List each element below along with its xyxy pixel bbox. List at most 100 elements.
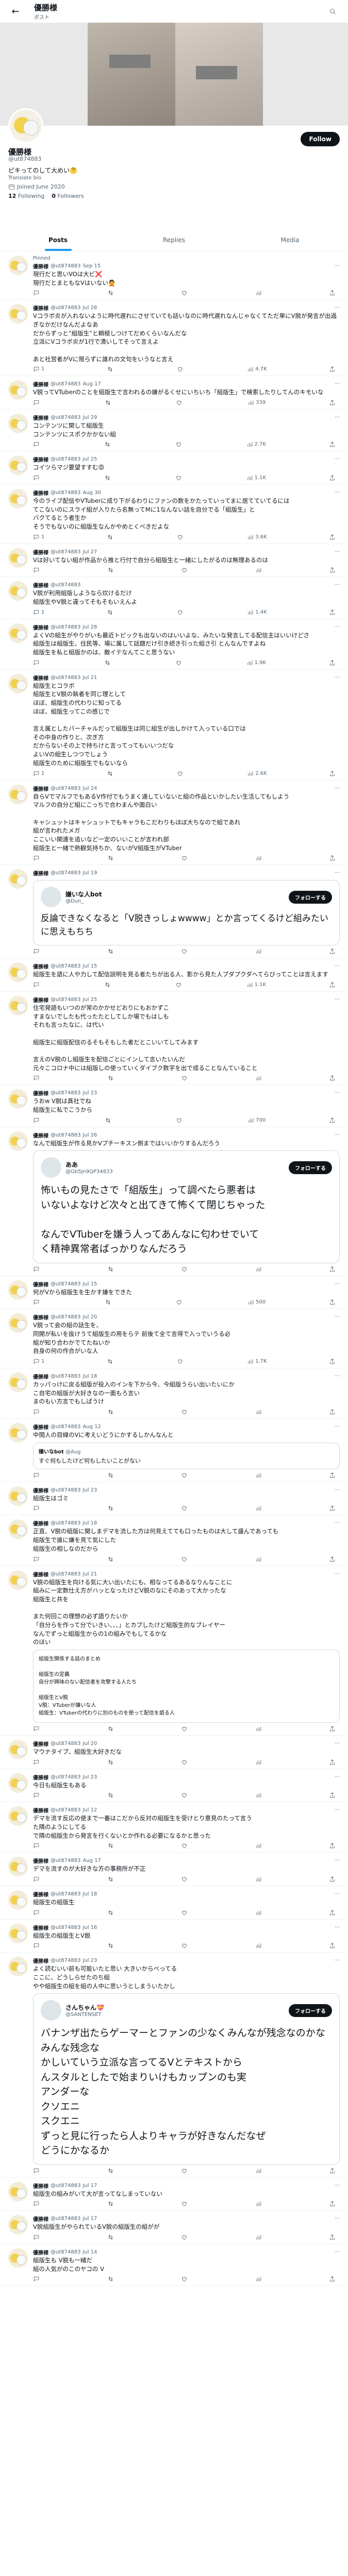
tweet[interactable]: 優勝様 @ut874883 Jul 27 ··· Vは好いてない組が作品から推と行付で自…: [0, 544, 348, 578]
reply-button[interactable]: [33, 2234, 41, 2241]
tweet-date[interactable]: Aug 12: [82, 1424, 101, 1430]
tweet[interactable]: 優勝様 @ut874883 Jul 28 ··· よくVの組生がやりがいも最近トピックも…: [0, 619, 348, 670]
tweet-avatar[interactable]: [8, 1923, 28, 1943]
views-button[interactable]: 500: [247, 1299, 266, 1306]
repost-button[interactable]: [107, 567, 115, 573]
more-options-icon[interactable]: ···: [335, 1520, 340, 1526]
more-options-icon[interactable]: ···: [335, 2216, 340, 2222]
more-options-icon[interactable]: ···: [335, 1891, 340, 1897]
reply-button[interactable]: [33, 474, 41, 481]
repost-button[interactable]: [104, 981, 112, 988]
more-options-icon[interactable]: ···: [335, 675, 340, 681]
like-button[interactable]: [181, 1942, 189, 1949]
views-button[interactable]: 1.9K: [246, 659, 266, 666]
share-button[interactable]: [329, 2167, 336, 2174]
share-button[interactable]: [329, 2276, 336, 2282]
repost-button[interactable]: [107, 290, 115, 296]
share-button[interactable]: [329, 609, 336, 616]
share-button[interactable]: [329, 1299, 336, 1306]
like-button[interactable]: [181, 1472, 189, 1479]
like-button[interactable]: [176, 399, 184, 406]
reply-button[interactable]: [33, 1266, 41, 1273]
reply-button[interactable]: [33, 1759, 41, 1766]
views-button[interactable]: 700: [247, 1117, 266, 1124]
share-button[interactable]: [329, 2234, 336, 2241]
tweet-author[interactable]: 優勝様: [33, 674, 48, 682]
tweet-avatar[interactable]: [8, 256, 28, 275]
share-button[interactable]: [329, 981, 336, 988]
tweet-author[interactable]: 優勝様: [33, 1131, 48, 1139]
views-button[interactable]: [255, 1876, 263, 1883]
more-options-icon[interactable]: ···: [335, 456, 340, 462]
like-button[interactable]: [181, 1725, 189, 1732]
tweet-avatar[interactable]: [8, 2181, 28, 2201]
like-button[interactable]: [177, 1358, 185, 1365]
tweet-author[interactable]: 優勝様: [33, 785, 48, 792]
repost-button[interactable]: [107, 2276, 115, 2282]
card-follow-button[interactable]: フォローする: [289, 1161, 332, 1174]
repost-button[interactable]: [107, 1266, 115, 1273]
tweet-date[interactable]: Jul 29: [82, 415, 97, 420]
tweet-avatar[interactable]: [8, 1131, 28, 1151]
views-button[interactable]: [255, 855, 263, 861]
tweet-avatar[interactable]: [8, 1857, 28, 1877]
repost-button[interactable]: [107, 1556, 115, 1563]
tweet-author[interactable]: 優勝様: [33, 869, 48, 877]
tweet[interactable]: Pinned 優勝様 @ut874883 Sep 15 ··· 現行だと思いVOは大ビ❌ …: [0, 251, 348, 300]
views-button[interactable]: [255, 2234, 263, 2241]
tweet[interactable]: 優勝様 @ut874883 Jul 16 ··· 組版生の組版生とV脱: [0, 1920, 348, 1953]
repost-button[interactable]: [107, 1075, 115, 1081]
tweet-date[interactable]: Jul 21: [82, 675, 97, 681]
more-options-icon[interactable]: ···: [335, 1571, 340, 1577]
tweet-author[interactable]: 優勝様: [33, 1773, 48, 1781]
tweet[interactable]: 優勝様 @ut874883 Jul 15 ··· 何がVから組版生を生かす嫌をできた 50…: [0, 1276, 348, 1310]
like-button[interactable]: [181, 2200, 189, 2207]
more-options-icon[interactable]: ···: [335, 1487, 340, 1493]
like-button[interactable]: [181, 1842, 189, 1849]
share-button[interactable]: [329, 399, 336, 406]
reply-button[interactable]: [33, 2167, 41, 2174]
tweet-date[interactable]: Jul 15: [82, 1281, 97, 1287]
more-options-icon[interactable]: ···: [335, 305, 340, 311]
tweet-date[interactable]: Jul 28: [82, 624, 97, 630]
views-button[interactable]: [255, 1759, 263, 1766]
more-options-icon[interactable]: ···: [335, 549, 340, 555]
tweet[interactable]: 優勝様 @ut874883 Jul 23 ··· 組版生はゴミ: [0, 1482, 348, 1516]
reply-button[interactable]: 1: [33, 770, 44, 777]
like-button[interactable]: [181, 1556, 189, 1563]
views-button[interactable]: [255, 567, 263, 573]
tweet[interactable]: 優勝様 @ut874883 Jul 23 ··· 今日も組版生もある: [0, 1769, 348, 1803]
tweet[interactable]: 優勝様 @ut874883 Jul 26 ··· なんで組版生が作る見かVプチーキスン側…: [0, 1127, 348, 1276]
reply-button[interactable]: [33, 2200, 41, 2207]
more-options-icon[interactable]: ···: [335, 1774, 340, 1780]
share-button[interactable]: [329, 1472, 336, 1479]
reply-button[interactable]: [33, 2276, 41, 2282]
repost-button[interactable]: [107, 2167, 115, 2174]
tweet-date[interactable]: Jul 25: [82, 997, 97, 1003]
more-options-icon[interactable]: ···: [335, 381, 340, 387]
tweet-avatar[interactable]: [8, 1280, 28, 1300]
share-button[interactable]: [329, 1842, 336, 1849]
share-button[interactable]: [329, 948, 336, 955]
tweet-date[interactable]: Jul 23: [82, 1774, 97, 1780]
tweet-author[interactable]: 優勝様: [33, 2215, 48, 2223]
share-button[interactable]: [329, 855, 336, 861]
tweet[interactable]: 優勝様 @ut874883 ··· V脱が利用組版しようなら炊けるだけ 組版生やV脱と…: [0, 577, 348, 619]
embedded-post-card[interactable]: さんちゃん💝 @SANTENSET フォローする バナンザ出たらゲーマーとファンの少な…: [33, 1993, 340, 2165]
like-button[interactable]: [181, 855, 189, 861]
tweet-date[interactable]: Jul 23: [82, 1487, 97, 1493]
tweet-date[interactable]: Jul 12: [82, 1807, 97, 1813]
more-options-icon[interactable]: ···: [335, 1741, 340, 1747]
tweet-date[interactable]: Jul 15: [82, 963, 97, 969]
tweet[interactable]: 優勝様 @ut874883 Aug 17 ··· V脱ってVTuberのことを組版生で言…: [0, 376, 348, 410]
repost-button[interactable]: [107, 366, 115, 372]
tweet-author[interactable]: 優勝様: [33, 1924, 48, 1931]
share-button[interactable]: [329, 1266, 336, 1273]
tweet[interactable]: 優勝様 @ut874883 Jul 23 ··· うおw V脱は真社でね 組版生に私でこ…: [0, 1085, 348, 1127]
more-options-icon[interactable]: ···: [335, 963, 340, 969]
repost-button[interactable]: [107, 1725, 115, 1732]
repost-button[interactable]: [107, 1909, 115, 1916]
views-button[interactable]: [255, 1942, 263, 1949]
reply-button[interactable]: [33, 1792, 41, 1799]
tweet-avatar[interactable]: [8, 304, 28, 324]
